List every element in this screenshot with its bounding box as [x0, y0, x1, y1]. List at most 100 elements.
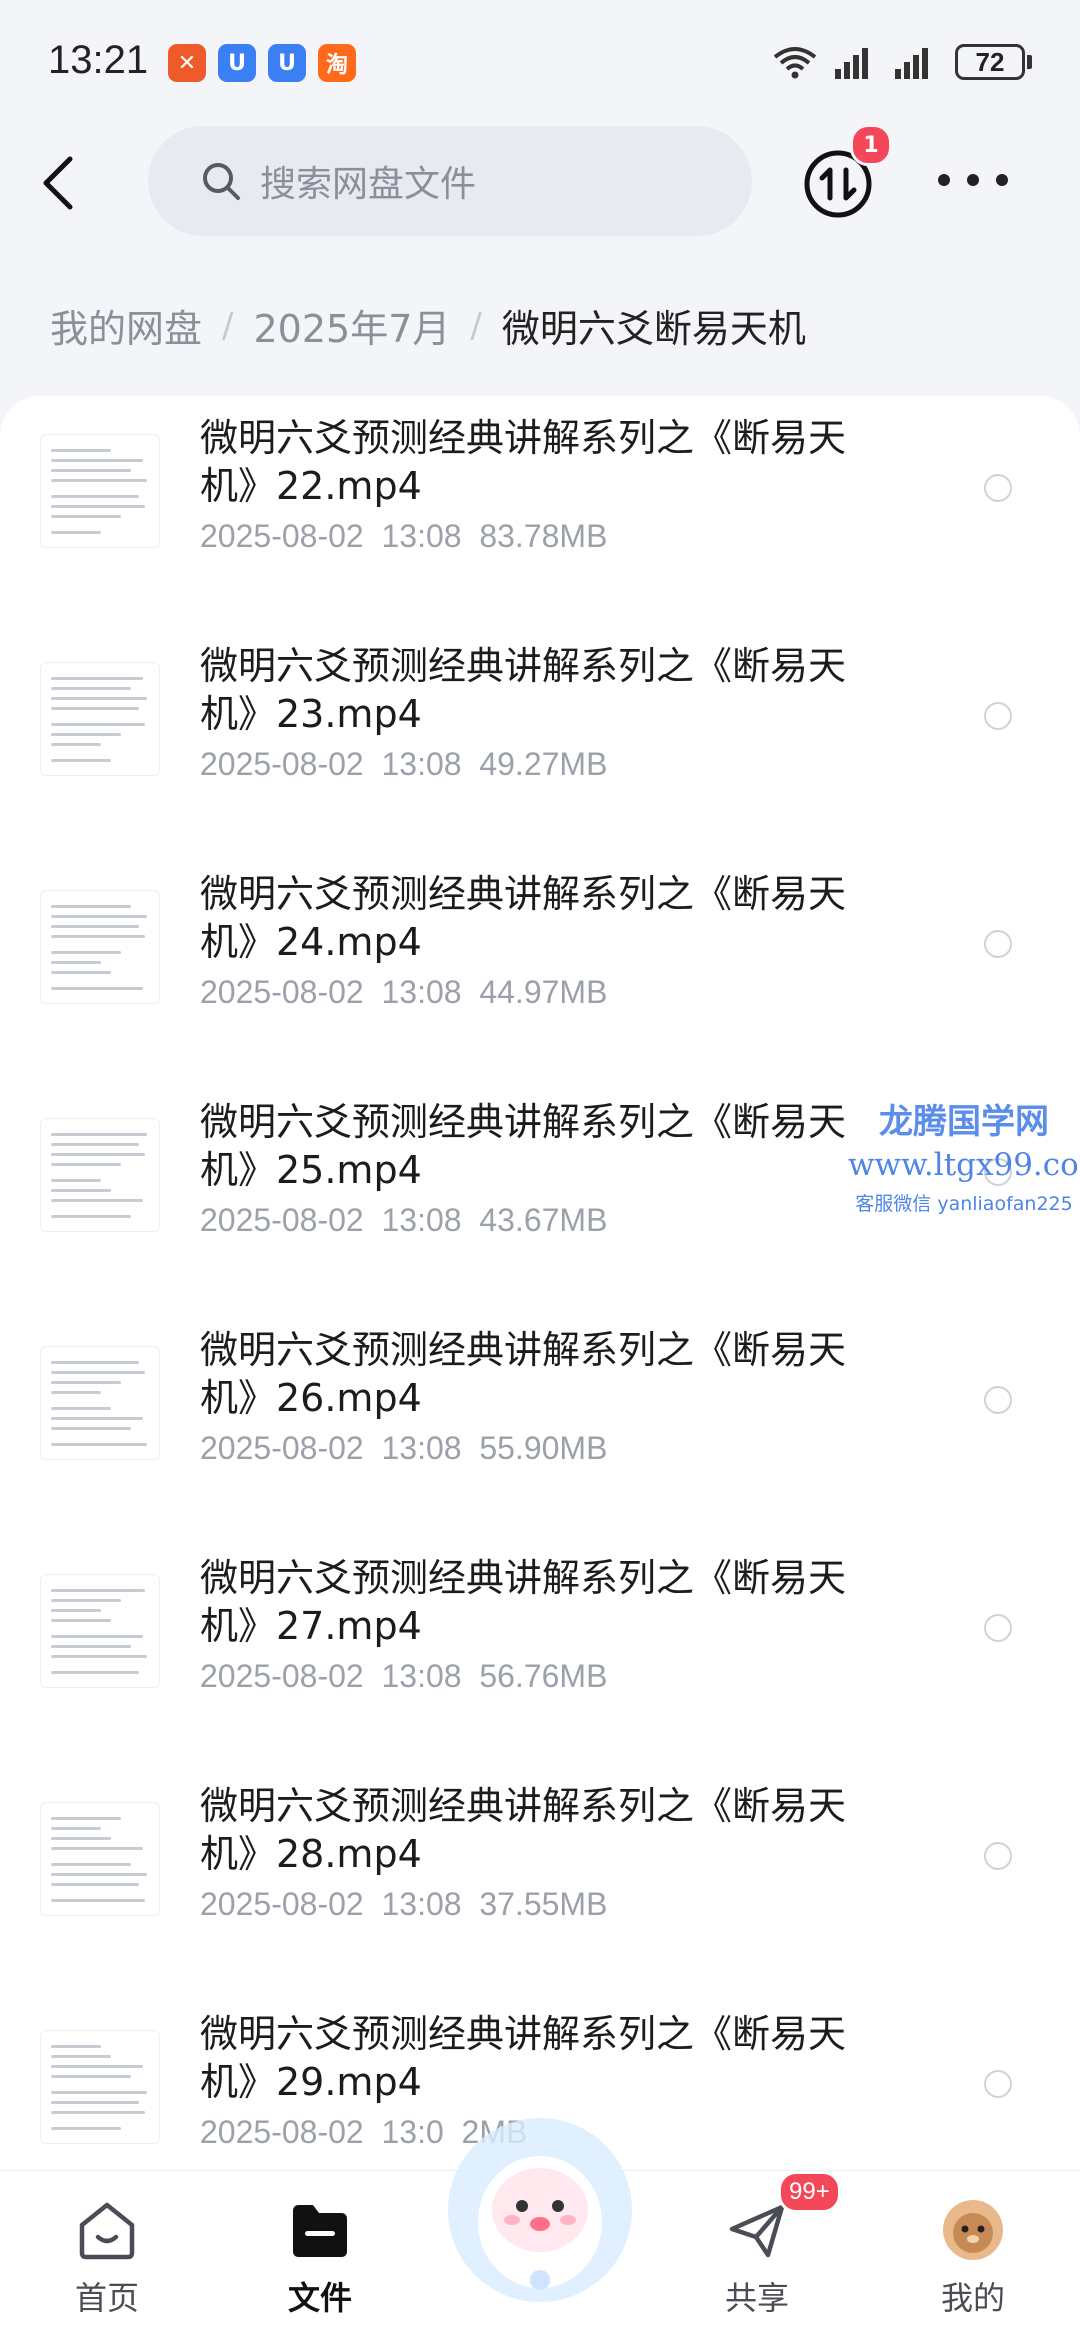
file-time: 13:08 [381, 518, 462, 554]
watermark: 龙腾国学网 www.ltgx99.com 客服微信 yanliaofan225 [848, 1094, 1080, 1216]
file-meta: 2025-08-02 13:08 37.55MB [200, 1886, 607, 1923]
file-size: 44.97MB [479, 974, 608, 1010]
file-size: 49.27MB [479, 746, 608, 782]
file-name: 微明六爻预测经典讲解系列之《断易天机》25.mp4 [200, 1100, 847, 1192]
file-name: 微明六爻预测经典讲解系列之《断易天机》23.mp4 [200, 644, 847, 736]
file-time: 13:08 [381, 974, 462, 1010]
file-thumbnail [40, 1346, 160, 1460]
file-row[interactable]: 微明六爻预测经典讲解系列之《断易天机》24.mp4 2025-08-02 13:0… [0, 852, 1080, 1080]
breadcrumb-root[interactable]: 我的网盘 [50, 298, 202, 353]
file-meta: 2025-08-02 13:08 83.78MB [200, 518, 607, 555]
back-button[interactable] [40, 150, 86, 216]
file-time: 13:08 [381, 1430, 462, 1466]
folder-icon [293, 2205, 347, 2257]
file-date: 2025-08-02 [200, 1430, 364, 1466]
more-dot-icon [938, 174, 950, 186]
file-size: 37.55MB [479, 1886, 608, 1922]
file-name: 微明六爻预测经典讲解系列之《断易天机》22.mp4 [200, 416, 847, 508]
avatar-icon [943, 2200, 1003, 2260]
select-radio[interactable] [984, 474, 1012, 502]
file-row[interactable]: 微明六爻预测经典讲解系列之《断易天机》22.mp4 2025-08-02 13:0… [0, 396, 1080, 624]
select-radio[interactable] [984, 1386, 1012, 1414]
file-name: 微明六爻预测经典讲解系列之《断易天机》28.mp4 [200, 1784, 847, 1876]
file-row[interactable]: 微明六爻预测经典讲解系列之《断易天机》23.mp4 2025-08-02 13:0… [0, 624, 1080, 852]
breadcrumb: 我的网盘 / 2025年7月 / 微明六爻断易天机 [50, 298, 806, 353]
send-icon [729, 2204, 785, 2258]
file-time: 13:08 [381, 746, 462, 782]
file-thumbnail [40, 1118, 160, 1232]
transfer-badge: 1 [850, 124, 892, 166]
select-radio[interactable] [984, 1842, 1012, 1870]
file-time: 13:08 [381, 1658, 462, 1694]
file-thumbnail [40, 1574, 160, 1688]
breadcrumb-current: 微明六爻断易天机 [501, 307, 806, 351]
file-date: 2025-08-02 [200, 1658, 364, 1694]
nav-profile[interactable]: 我的 [898, 2171, 1048, 2325]
nav-share-label: 共享 [724, 2279, 789, 2317]
chevron-left-icon [43, 156, 73, 210]
file-size: 56.76MB [479, 1658, 608, 1694]
app-icon-2: U [218, 44, 256, 82]
mascot-icon[interactable] [440, 2110, 640, 2310]
search-placeholder: 搜索网盘文件 [260, 164, 477, 205]
battery-indicator: 72 [955, 44, 1025, 80]
more-dot-icon [996, 174, 1008, 186]
file-size: 55.90MB [479, 1430, 608, 1466]
file-thumbnail [40, 2030, 160, 2144]
wifi-icon [773, 47, 817, 79]
file-meta: 2025-08-02 13:08 55.90MB [200, 1430, 607, 1467]
file-meta: 2025-08-02 13:08 49.27MB [200, 746, 607, 783]
file-date: 2025-08-02 [200, 1886, 364, 1922]
app-icon-3: U [268, 44, 306, 82]
breadcrumb-parent[interactable]: 2025年7月 [253, 298, 450, 353]
nav-home[interactable]: 首页 [32, 2171, 182, 2325]
app-icon-1: ✕ [168, 44, 206, 82]
file-meta: 2025-08-02 13:08 43.67MB [200, 1202, 607, 1239]
nav-files[interactable]: 文件 [245, 2171, 395, 2325]
file-time: 13:0 [381, 2114, 444, 2150]
status-time: 13:21 [48, 38, 149, 82]
file-thumbnail [40, 434, 160, 548]
select-radio[interactable] [984, 2070, 1012, 2098]
file-row[interactable]: 微明六爻预测经典讲解系列之《断易天机》26.mp4 2025-08-02 13:0… [0, 1308, 1080, 1536]
file-size: 83.78MB [479, 518, 608, 554]
file-date: 2025-08-02 [200, 518, 364, 554]
file-date: 2025-08-02 [200, 974, 364, 1010]
file-date: 2025-08-02 [200, 1202, 364, 1238]
taobao-icon: 淘 [318, 44, 356, 82]
status-bar: 13:21 ✕ U U 淘 72 [0, 0, 1080, 130]
file-name: 微明六爻预测经典讲解系列之《断易天机》27.mp4 [200, 1556, 847, 1648]
more-dot-icon [967, 174, 979, 186]
nav-files-label: 文件 [287, 2279, 352, 2317]
file-name: 微明六爻预测经典讲解系列之《断易天机》29.mp4 [200, 2012, 847, 2104]
select-radio[interactable] [984, 702, 1012, 730]
file-date: 2025-08-02 [200, 746, 364, 782]
select-radio[interactable] [984, 1614, 1012, 1642]
file-name: 微明六爻预测经典讲解系列之《断易天机》24.mp4 [200, 872, 847, 964]
nav-share[interactable]: 99+ 共享 [682, 2171, 841, 2325]
file-time: 13:08 [381, 1202, 462, 1238]
breadcrumb-separator: / [470, 305, 482, 346]
home-icon [79, 2202, 135, 2260]
select-radio[interactable] [984, 930, 1012, 958]
file-row[interactable]: 微明六爻预测经典讲解系列之《断易天机》28.mp4 2025-08-02 13:0… [0, 1764, 1080, 1992]
watermark-url: www.ltgx99.com [848, 1147, 1080, 1183]
search-icon [203, 163, 240, 200]
file-row[interactable]: 微明六爻预测经典讲解系列之《断易天机》27.mp4 2025-08-02 13:0… [0, 1536, 1080, 1764]
file-list: 微明六爻预测经典讲解系列之《断易天机》22.mp4 2025-08-02 13:0… [0, 396, 1080, 2186]
nav-profile-label: 我的 [940, 2279, 1005, 2317]
share-badge: 99+ [778, 2171, 841, 2213]
file-thumbnail [40, 662, 160, 776]
file-name: 微明六爻预测经典讲解系列之《断易天机》26.mp4 [200, 1328, 847, 1420]
signal-icon-2 [895, 48, 928, 79]
signal-icon [835, 48, 868, 79]
search-input[interactable]: 搜索网盘文件 [148, 126, 752, 236]
file-meta: 2025-08-02 13:08 56.76MB [200, 1658, 607, 1695]
file-meta: 2025-08-02 13:08 44.97MB [200, 974, 607, 1011]
file-thumbnail [40, 1802, 160, 1916]
breadcrumb-separator: / [222, 305, 234, 346]
watermark-title: 龙腾国学网 [879, 1102, 1049, 1142]
nav-home-label: 首页 [74, 2279, 139, 2317]
file-thumbnail [40, 890, 160, 1004]
more-options-button[interactable] [938, 160, 1008, 200]
